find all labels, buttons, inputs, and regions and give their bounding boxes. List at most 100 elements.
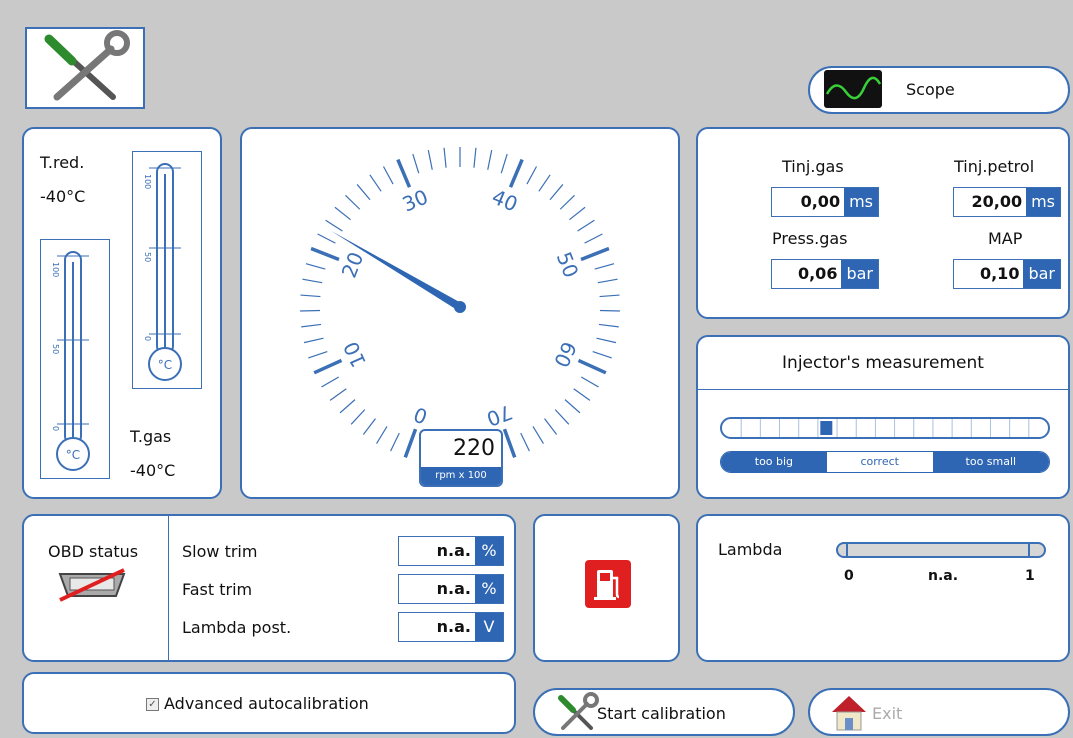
too-big-label: too big	[721, 452, 827, 472]
minor-tick	[329, 388, 347, 401]
minor-tick	[569, 206, 586, 221]
minor-tick	[305, 263, 326, 270]
fuel-pump-icon[interactable]	[585, 560, 631, 608]
map-unit: bar	[1023, 260, 1060, 288]
major-tick	[403, 428, 418, 458]
tinj-gas-unit: ms	[844, 188, 878, 216]
rpm-value: 220	[453, 436, 495, 461]
major-tick	[310, 246, 340, 262]
minor-tick	[584, 233, 603, 244]
minor-tick	[308, 351, 328, 359]
minor-tick	[350, 409, 366, 425]
minor-tick	[573, 388, 591, 401]
minor-tick	[500, 153, 508, 174]
minor-tick	[544, 418, 558, 435]
map-field: 0,10 bar	[953, 259, 1061, 289]
minor-tick	[577, 219, 595, 232]
minor-tick	[443, 147, 447, 168]
lambda-max: 1	[1025, 568, 1035, 584]
degc-unit: °C	[158, 358, 172, 372]
rpm-readout: 220 rpm x 100	[419, 429, 503, 487]
minor-tick	[303, 337, 324, 344]
minor-tick	[334, 206, 351, 221]
minor-tick	[321, 376, 340, 388]
temperature-panel: T.red. -40°C 100 50 0 °C 100 50 0 °C T.g…	[22, 127, 222, 499]
minor-tick	[597, 278, 618, 284]
exit-label: Exit	[872, 704, 903, 723]
exit-button[interactable]: Exit	[808, 688, 1070, 736]
tinj-petrol-unit: ms	[1026, 188, 1060, 216]
tinj-petrol-field: 20,00 ms	[953, 187, 1061, 217]
home-icon	[832, 696, 866, 731]
minor-tick	[526, 166, 538, 185]
minor-tick	[390, 432, 400, 452]
minor-tick	[592, 351, 612, 359]
t-gas-thermometer: 100 50 0 °C	[40, 239, 110, 479]
major-tick	[502, 428, 517, 458]
too-small-label: too small	[932, 452, 1049, 472]
fast-trim-field: n.a. %	[398, 574, 504, 604]
minor-tick	[559, 194, 575, 210]
lambda-label: Lambda	[718, 540, 783, 559]
scale-label-100: 100	[143, 174, 152, 189]
start-calibration-button[interactable]: Start calibration	[533, 688, 795, 736]
rpm-gauge-panel: 0 10 20 30 40 50 60 70 220 rpm x 100	[240, 127, 680, 499]
minor-tick	[301, 323, 322, 328]
slow-trim-unit: %	[475, 537, 503, 565]
press-gas-field: 0,06 bar	[771, 259, 879, 289]
minor-tick	[554, 409, 570, 425]
t-red-label: T.red.	[40, 153, 85, 172]
gauge-label-50: 50	[552, 249, 584, 281]
minor-tick	[549, 184, 564, 201]
injector-indicator-bar	[720, 417, 1050, 439]
major-tick	[577, 358, 607, 375]
slow-trim-field: n.a. %	[398, 536, 504, 566]
scale-label-0: 0	[143, 336, 152, 341]
correct-label: correct	[826, 452, 933, 472]
fuel-panel	[533, 514, 680, 662]
minor-tick	[427, 150, 433, 170]
rpm-unit: rpm x 100	[421, 467, 501, 485]
gauge-label-40: 40	[488, 185, 521, 217]
minor-tick	[580, 376, 599, 388]
minor-tick	[564, 399, 581, 414]
minor-tick	[538, 174, 551, 192]
minor-tick	[520, 432, 530, 452]
obd-connector-disconnected-icon	[58, 568, 126, 602]
minor-tick	[532, 426, 544, 444]
injector-measurement-panel: Injector's measurement too big correct t…	[696, 335, 1070, 499]
gauge-label-0: 0	[410, 402, 430, 429]
minor-tick	[339, 399, 356, 414]
minor-tick	[369, 174, 382, 192]
lambda-value: n.a.	[928, 568, 959, 584]
scale-label-50: 50	[143, 252, 152, 262]
lambda-post-field: n.a. V	[398, 612, 504, 642]
tools-button[interactable]	[25, 27, 145, 109]
injection-readings-panel: Tinj.gas 0,00 ms Tinj.petrol 20,00 ms Pr…	[696, 127, 1070, 319]
t-red-thermometer: 100 50 0 °C	[132, 151, 202, 389]
gauge-label-30: 30	[399, 185, 432, 217]
tinj-gas-field: 0,00 ms	[771, 187, 879, 217]
lambda-bar	[836, 542, 1046, 558]
minor-tick	[325, 219, 343, 232]
lambda-post-value: n.a.	[436, 617, 471, 636]
injector-title: Injector's measurement	[782, 353, 984, 373]
slow-trim-value: n.a.	[436, 541, 471, 560]
gauge-label-10: 10	[339, 338, 371, 371]
fast-trim-label: Fast trim	[182, 580, 253, 599]
wrench-screwdriver-icon	[558, 692, 599, 730]
advanced-autocalibration-label[interactable]: Advanced autocalibration	[164, 694, 369, 713]
slow-trim-label: Slow trim	[182, 542, 258, 561]
minor-tick	[599, 294, 620, 298]
autocalibration-panel: ✓ Advanced autocalibration	[22, 672, 516, 734]
gauge-label-70: 70	[483, 400, 515, 431]
gauge-hub	[454, 301, 466, 313]
minor-tick	[362, 418, 376, 435]
gauge-label-60: 60	[549, 338, 581, 371]
minor-tick	[345, 194, 361, 210]
tinj-gas-value: 0,00	[800, 192, 841, 211]
scope-button[interactable]: Scope	[808, 66, 1070, 114]
advanced-autocalibration-checkbox[interactable]: ✓	[146, 698, 159, 711]
minor-tick	[596, 337, 617, 344]
minor-tick	[382, 166, 394, 185]
